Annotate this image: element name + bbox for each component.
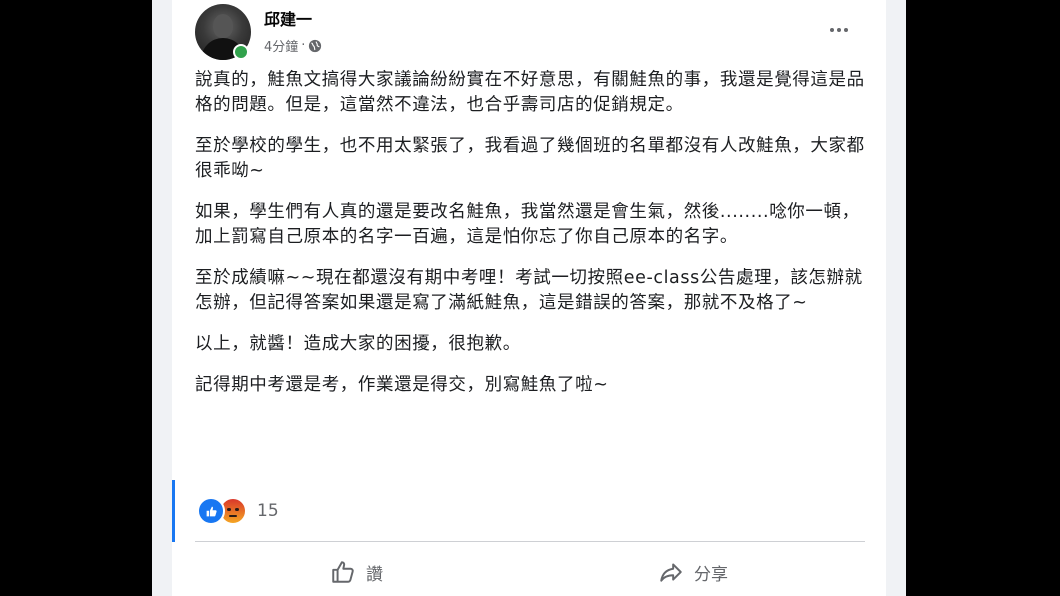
online-status-dot [233,44,249,60]
post-timestamp[interactable]: 4分鐘 [264,36,298,55]
thumbs-up-icon [206,506,217,516]
meta-separator: · [301,38,306,53]
post-paragraph: 如果，學生們有人真的還是要改名鮭魚，我當然還是會生氣，然後........唸你一… [195,202,860,247]
author-name[interactable]: 邱建一 [264,6,312,30]
angry-eye [227,508,231,511]
share-label: 分享 [694,564,728,585]
globe-icon[interactable] [308,39,322,53]
post-paragraph: 記得期中考還是考，作業還是得交，別寫鮭魚了啦~ [195,375,609,395]
like-label: 讚 [366,564,383,585]
more-dot-icon [837,28,841,32]
post-paragraph: 至於成績嘛~~現在都還沒有期中考哩！考試一切按照ee-class公告處理，該怎辦… [195,268,863,313]
share-button[interactable]: 分享 [658,552,728,592]
reaction-summary[interactable]: 15 [197,497,279,525]
angry-mouth [229,515,237,517]
post-meta: 4分鐘 · [264,36,322,55]
focus-indicator [172,480,175,542]
video-letterbox-right [906,0,1060,596]
share-arrow-icon [660,563,682,582]
avatar-head [213,14,233,38]
post-text: 說真的，鮭魚文搞得大家議論紛紛實在不好意思，有關鮭魚的事，我還是覺得這是品格的問… [195,68,875,414]
feed-background-right [886,0,906,596]
feed-background-left [152,0,172,596]
post-paragraph: 至於學校的學生，也不用太緊張了，我看過了幾個班的名單都沒有人改鮭魚，大家都很乖呦… [195,136,865,181]
more-dot-icon [830,28,834,32]
like-button[interactable]: 讚 [330,552,383,592]
angry-eye [235,508,239,511]
more-options-button[interactable] [823,16,855,44]
post-paragraph: 以上，就醬！造成大家的困擾，很抱歉。 [195,334,521,354]
post-paragraph: 說真的，鮭魚文搞得大家議論紛紛實在不好意思，有關鮭魚的事，我還是覺得這是品格的問… [195,70,865,115]
video-letterbox-left [0,0,152,596]
more-dot-icon [844,28,848,32]
thumbs-up-outline-icon [332,561,354,583]
like-reaction-icon [197,497,225,525]
action-divider [195,541,865,542]
reaction-count[interactable]: 15 [257,501,279,521]
